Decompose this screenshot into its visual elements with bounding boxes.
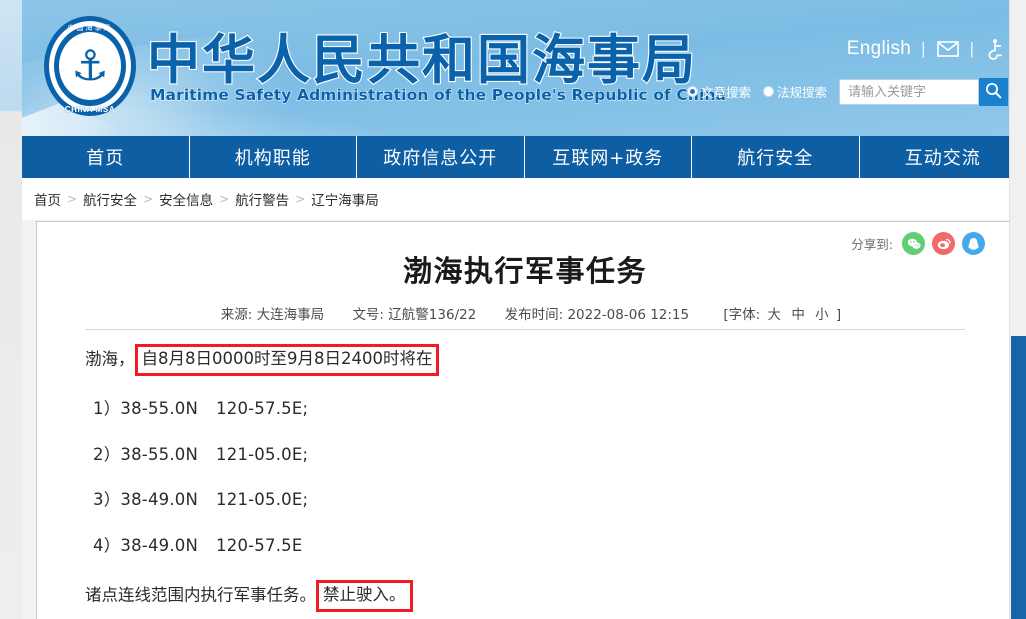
coordinate-line-4: 4）38-49.0N 120-57.5E	[85, 534, 965, 559]
search-scope-regulation[interactable]: 法规搜索	[762, 82, 827, 101]
font-size-prefix: [字体:	[723, 307, 761, 323]
meta-divider	[85, 329, 965, 330]
highlight-time-range: 自8月8日0000时至9月8日2400时将在	[134, 344, 440, 376]
page-title: 渤海执行军事任务	[402, 254, 647, 288]
nav-item-interaction[interactable]: 互动交流	[860, 136, 1026, 178]
coordinate-index-2: 2）	[93, 444, 121, 464]
nav-item-home[interactable]: 首页	[22, 136, 190, 178]
breadcrumb: 首页 > 航行安全 > 安全信息 > 航行警告 > 辽宁海事局	[22, 178, 1026, 220]
logo-cn-arc-text: 中国海事局	[67, 25, 113, 32]
article-source-label: 来源:	[220, 307, 253, 323]
font-size-large-button[interactable]: 大	[768, 307, 782, 323]
coordinate-lat-3: 38-49.0N	[120, 490, 199, 510]
article-intro-line: 渤海， 自8月8日0000时至9月8日2400时将在	[85, 344, 965, 376]
article-intro-prefix: 渤海，	[85, 349, 135, 369]
search-icon	[985, 82, 1002, 102]
coordinate-line-2: 2）38-55.0N 121-05.0E;	[85, 443, 965, 468]
article-publish-value: 2022-08-06 12:15	[567, 307, 690, 323]
article-docno-value: 辽航警136/22	[388, 307, 477, 323]
highlight-no-entry: 禁止驶入。	[316, 579, 413, 612]
accessibility-icon[interactable]	[984, 38, 1008, 60]
search-input[interactable]	[839, 78, 979, 105]
brand-title-en: Maritime Safety Administration of the Pe…	[150, 86, 727, 105]
breadcrumb-item-navigation-safety[interactable]: 航行安全	[83, 189, 137, 209]
search-scope-radio-group: 文章搜索 法规搜索	[686, 82, 827, 101]
main-navigation: 首页 机构职能 政府信息公开 互联网+政务 航行安全 互动交流	[22, 136, 1026, 178]
page-left-gutter	[0, 0, 22, 619]
breadcrumb-item-home[interactable]: 首页	[34, 189, 61, 209]
breadcrumb-item-liaoning-msa[interactable]: 辽宁海事局	[311, 189, 379, 209]
coordinate-index-4: 4）	[93, 536, 121, 556]
mail-icon[interactable]	[936, 38, 960, 60]
header-utility-bar: English | |	[847, 38, 1008, 60]
breadcrumb-separator-1: >	[67, 192, 78, 206]
article-publish-label: 发布时间:	[504, 307, 564, 323]
coordinate-line-3: 3）38-49.0N 121-05.0E;	[85, 488, 965, 513]
header-search-bar: 文章搜索 法规搜索	[686, 77, 1008, 106]
english-link[interactable]: English	[847, 38, 911, 60]
scrollbar-thumb[interactable]	[1011, 336, 1026, 619]
utility-separator-2: |	[969, 39, 974, 58]
breadcrumb-item-navigation-warning[interactable]: 航行警告	[235, 189, 289, 209]
coordinate-index-3: 3）	[93, 490, 121, 510]
page-scrollbar[interactable]	[1009, 0, 1026, 619]
coordinate-lat-1: 38-55.0N	[120, 398, 199, 418]
article-source-value: 大连海事局	[256, 307, 325, 323]
coordinate-lon-2: 121-05.0E;	[216, 444, 309, 464]
article-docno: 文号: 辽航警136/22	[352, 307, 480, 323]
search-scope-article-label: 文章搜索	[700, 86, 751, 100]
radio-article-indicator[interactable]	[686, 86, 698, 97]
utility-separator-1: |	[921, 39, 926, 58]
nav-item-gov-info[interactable]: 政府信息公开	[357, 136, 525, 178]
breadcrumb-separator-4: >	[295, 192, 306, 206]
search-scope-article[interactable]: 文章搜索	[686, 82, 751, 101]
msa-logo[interactable]: ⚓ 中国海事局 CHINA MSA	[40, 14, 140, 118]
coordinate-lat-4: 38-49.0N	[120, 536, 199, 556]
font-size-small-button[interactable]: 小	[815, 307, 829, 323]
search-scope-regulation-label: 法规搜索	[776, 86, 827, 100]
article-closing-prefix: 诸点连线范围内执行军事任务。	[85, 585, 316, 605]
coordinate-lon-1: 120-57.5E;	[216, 398, 309, 418]
font-size-controls: [字体: 大 中 小 ]	[723, 307, 841, 323]
article-card: 分享到: 渤海执行军事任务 来源: 大连海事局 文号: 辽航警136/22 发布…	[36, 221, 1012, 619]
article-docno-label: 文号:	[352, 307, 384, 323]
coordinate-lat-2: 38-55.0N	[120, 444, 199, 464]
article-meta: 来源: 大连海事局 文号: 辽航警136/22 发布时间: 2022-08-06…	[37, 303, 1011, 323]
coordinate-line-1: 1）38-55.0N 120-57.5E;	[85, 397, 965, 422]
radio-regulation-indicator[interactable]	[762, 86, 774, 97]
article-closing-line: 诸点连线范围内执行军事任务。 禁止驶入。	[85, 579, 965, 612]
breadcrumb-separator-3: >	[219, 192, 230, 206]
nav-item-internet-gov[interactable]: 互联网+政务	[525, 136, 692, 178]
brand-title-cn: 中华人民共和国海事局	[146, 29, 697, 92]
breadcrumb-separator-2: >	[143, 192, 154, 206]
article-publish-time: 发布时间: 2022-08-06 12:15	[505, 307, 694, 323]
breadcrumb-item-safety-info[interactable]: 安全信息	[159, 189, 213, 209]
site-header: ⚓ 中国海事局 CHINA MSA 中华人民共和国海事局 Maritime Sa…	[22, 0, 1026, 136]
font-size-suffix: ]	[835, 307, 842, 323]
coordinate-lon-4: 120-57.5E	[216, 536, 303, 556]
nav-item-functions[interactable]: 机构职能	[190, 136, 357, 178]
search-button[interactable]	[979, 77, 1008, 106]
coordinate-index-1: 1）	[93, 398, 121, 418]
font-size-medium-button[interactable]: 中	[791, 307, 805, 323]
nav-item-navigation-safety[interactable]: 航行安全	[692, 136, 860, 178]
article-source: 来源: 大连海事局	[221, 307, 329, 323]
article-body: 渤海， 自8月8日0000时至9月8日2400时将在 1）38-55.0N 120-…	[85, 344, 965, 619]
coordinate-lon-3: 121-05.0E;	[216, 490, 309, 510]
logo-msa-text: CHINA MSA	[64, 105, 116, 114]
page-root: ⚓ 中国海事局 CHINA MSA 中华人民共和国海事局 Maritime Sa…	[0, 0, 1026, 619]
